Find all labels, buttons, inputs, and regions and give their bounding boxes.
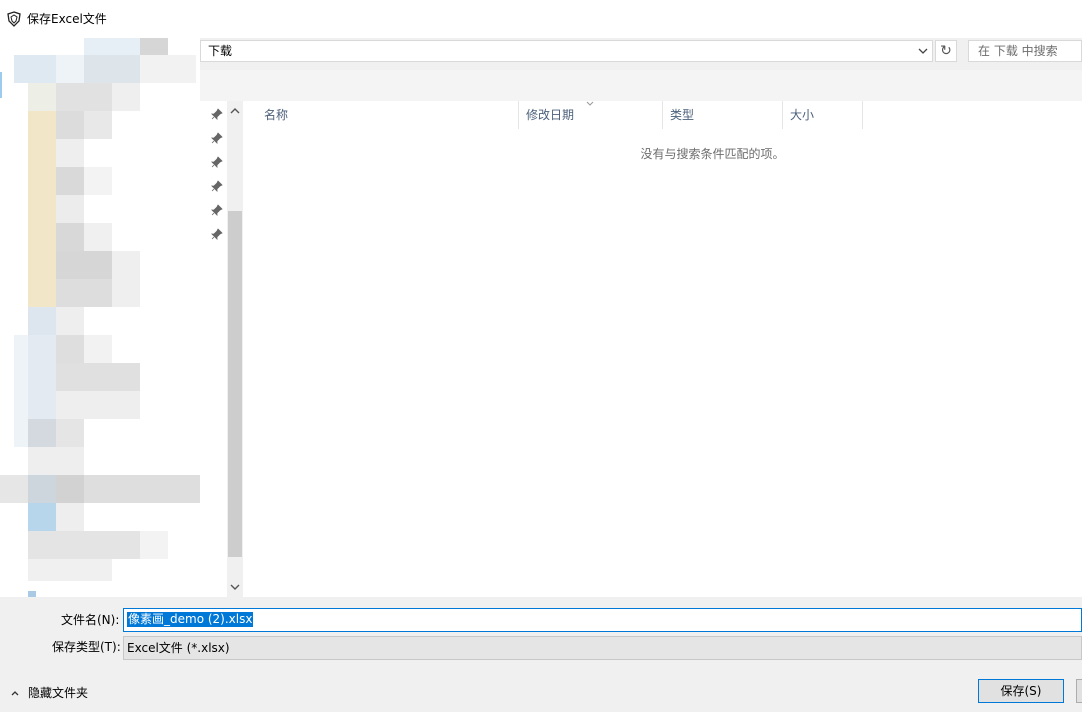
column-header-size[interactable]: 大小 (783, 101, 863, 129)
pin-icon[interactable] (211, 108, 223, 120)
filename-input[interactable]: 像素画_demo (2).xlsx (123, 608, 1082, 632)
filetype-label: 保存类型(T): (52, 640, 121, 654)
pin-icon[interactable] (211, 132, 223, 144)
chevron-down-icon[interactable] (917, 45, 929, 57)
pin-icon[interactable] (211, 156, 223, 168)
chevron-up-icon (11, 691, 19, 696)
pin-icon[interactable] (211, 204, 223, 216)
filename-value: 像素画_demo (2).xlsx (127, 612, 254, 627)
search-input[interactable]: 在 下载 中搜索 (968, 40, 1082, 62)
save-button[interactable]: 保存(S) (978, 679, 1064, 703)
pin-icon[interactable] (211, 180, 223, 192)
navigation-pane[interactable] (0, 38, 200, 597)
column-header-type[interactable]: 类型 (663, 101, 783, 129)
filetype-select[interactable]: Excel文件 (*.xlsx) (123, 636, 1082, 660)
empty-message: 没有与搜索条件匹配的项。 (640, 147, 785, 161)
file-list[interactable]: 名称 修改日期 类型 大小 没有与搜索条件匹配的项。 (243, 101, 1082, 597)
column-header-name[interactable]: 名称 (257, 101, 519, 129)
nav-scrollbar[interactable] (227, 101, 243, 597)
address-path: 下载 (208, 44, 233, 58)
app-shield-icon (7, 11, 21, 27)
quick-access-pins (200, 101, 227, 597)
address-bar[interactable]: 下载 (200, 40, 933, 62)
window-title: 保存Excel文件 (27, 12, 107, 26)
toolbar (200, 70, 1082, 102)
chevron-up-icon[interactable] (227, 103, 243, 119)
hide-folders-label: 隐藏文件夹 (28, 686, 89, 700)
refresh-icon: ↻ (940, 43, 952, 59)
refresh-button[interactable]: ↻ (935, 40, 957, 62)
pin-icon[interactable] (211, 228, 223, 240)
chevron-down-icon[interactable] (227, 579, 243, 595)
filetype-value: Excel文件 (*.xlsx) (127, 641, 230, 655)
scroll-thumb[interactable] (228, 211, 242, 557)
title-bar: 保存Excel文件 (0, 0, 1082, 38)
column-header-date[interactable]: 修改日期 (519, 101, 663, 129)
cancel-button[interactable] (1076, 679, 1082, 703)
filename-label: 文件名(N): (61, 613, 120, 627)
search-placeholder: 在 下载 中搜索 (978, 44, 1058, 58)
